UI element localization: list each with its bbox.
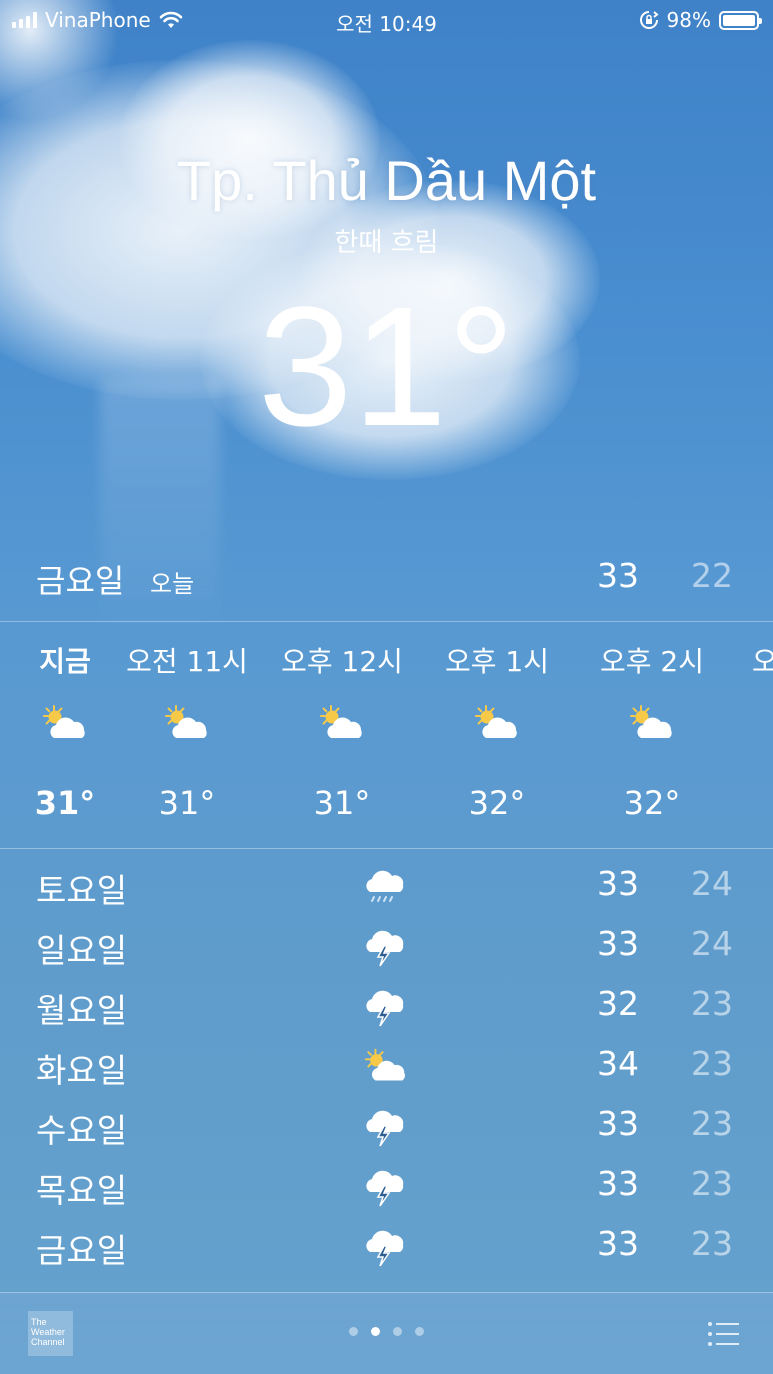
hour-label: 오후 1시 bbox=[445, 645, 549, 678]
hourly-forecast[interactable]: 지금 31° 오전 11시 31° 오후 12시 31° 오후 1시 32° 오… bbox=[0, 622, 773, 848]
daily-row: 수요일 33 23 bbox=[36, 1102, 733, 1162]
daily-high: 33 bbox=[597, 864, 639, 903]
battery-percent: 98% bbox=[666, 8, 711, 32]
daily-day: 목요일 bbox=[36, 1171, 128, 1210]
rain-icon bbox=[362, 866, 410, 908]
daily-day: 화요일 bbox=[36, 1051, 128, 1090]
partly-sunny-icon bbox=[162, 704, 212, 744]
daily-day: 월요일 bbox=[36, 991, 128, 1030]
list-icon[interactable] bbox=[707, 1321, 739, 1347]
daily-forecast[interactable]: 토요일 33 24 일요일 33 24 월요일 32 23 화요일 34 23 … bbox=[36, 862, 733, 1282]
daily-low: 23 bbox=[691, 984, 733, 1023]
partly-sunny-icon bbox=[627, 704, 677, 744]
thunderstorm-icon bbox=[362, 926, 410, 968]
today-tag: 오늘 bbox=[150, 570, 195, 598]
partly-sunny-icon bbox=[40, 704, 90, 744]
logo-line: The bbox=[31, 1317, 47, 1327]
daily-day: 토요일 bbox=[36, 871, 128, 910]
city-name: Tp. Thủ Dầu Một bbox=[176, 149, 597, 212]
thunderstorm-icon bbox=[362, 1226, 410, 1268]
current-temperature: 31° bbox=[257, 272, 516, 462]
status-bar: VinaPhone 오전 10:49 98% bbox=[0, 0, 773, 40]
daily-high: 32 bbox=[597, 984, 639, 1023]
logo-line: Channel bbox=[31, 1337, 65, 1347]
daily-low: 23 bbox=[691, 1224, 733, 1263]
daily-low: 24 bbox=[691, 864, 733, 903]
page-indicator[interactable] bbox=[0, 1327, 773, 1336]
hour-temp: 31° bbox=[313, 784, 371, 822]
daily-low: 23 bbox=[691, 1104, 733, 1143]
daily-high: 34 bbox=[597, 1044, 639, 1083]
daily-high: 33 bbox=[597, 1104, 639, 1143]
daily-high: 33 bbox=[597, 924, 639, 963]
today-row: 금요일 오늘 33 22 bbox=[36, 556, 733, 600]
daily-low: 23 bbox=[691, 1164, 733, 1203]
daily-row: 화요일 34 23 bbox=[36, 1042, 733, 1102]
page-dot[interactable] bbox=[393, 1327, 402, 1336]
daily-high: 33 bbox=[597, 1164, 639, 1203]
daily-row: 토요일 33 24 bbox=[36, 862, 733, 922]
daily-row: 금요일 33 23 bbox=[36, 1222, 733, 1282]
daily-low: 24 bbox=[691, 924, 733, 963]
orientation-lock-icon bbox=[639, 11, 659, 29]
battery-icon bbox=[719, 10, 762, 30]
today-high: 33 bbox=[597, 556, 639, 595]
today-day: 금요일 bbox=[36, 562, 125, 600]
hour-temp: 31° bbox=[158, 784, 216, 822]
hour-label: 오후 12시 bbox=[281, 645, 403, 678]
partly-sunny-icon bbox=[472, 704, 522, 744]
daily-high: 33 bbox=[597, 1224, 639, 1263]
hour-temp: 32° bbox=[623, 784, 681, 822]
page-dot[interactable] bbox=[349, 1327, 358, 1336]
thunderstorm-icon bbox=[362, 986, 410, 1028]
partly-sunny-icon bbox=[317, 704, 367, 744]
daily-row: 일요일 33 24 bbox=[36, 922, 733, 982]
page-dot[interactable] bbox=[415, 1327, 424, 1336]
partly-sunny-icon bbox=[362, 1046, 410, 1088]
thunderstorm-icon bbox=[362, 1166, 410, 1208]
daily-row: 월요일 32 23 bbox=[36, 982, 733, 1042]
daily-day: 일요일 bbox=[36, 931, 128, 970]
thunderstorm-icon bbox=[362, 1106, 410, 1148]
today-low: 22 bbox=[691, 556, 733, 595]
hour-temp: 32° bbox=[468, 784, 526, 822]
daily-low: 23 bbox=[691, 1044, 733, 1083]
hour-label: 오전 11시 bbox=[126, 645, 248, 678]
bottom-toolbar: The Weather Channel bbox=[0, 1292, 773, 1374]
hour-label: 오 bbox=[752, 645, 773, 678]
daily-day: 금요일 bbox=[36, 1231, 128, 1270]
daily-row: 목요일 33 23 bbox=[36, 1162, 733, 1222]
daily-day: 수요일 bbox=[36, 1111, 128, 1150]
condition-text: 한때 흐림 bbox=[334, 228, 439, 258]
divider bbox=[0, 848, 773, 849]
page-dot-active[interactable] bbox=[371, 1327, 380, 1336]
hour-label: 오후 2시 bbox=[600, 645, 704, 678]
